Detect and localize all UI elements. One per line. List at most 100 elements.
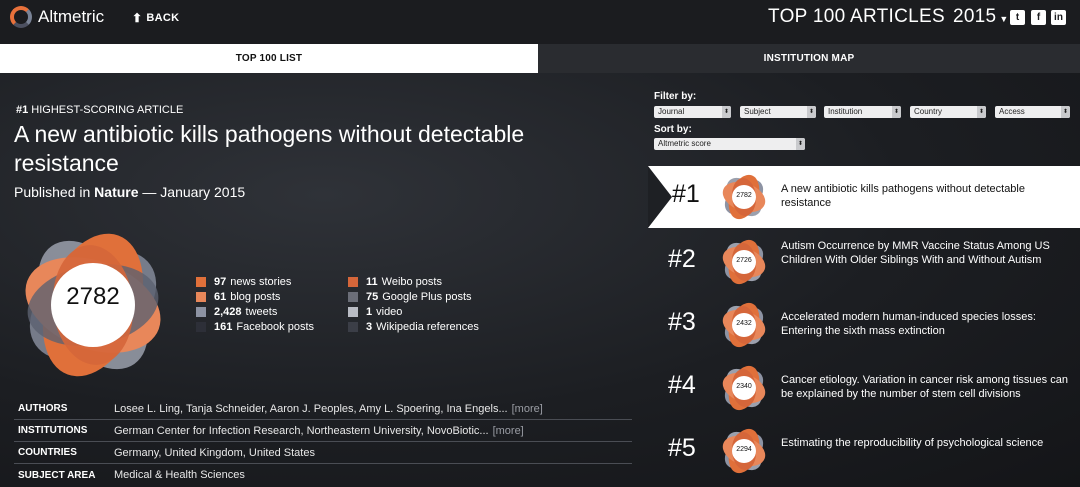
up-arrow-icon: ⬆ <box>132 11 143 25</box>
stat-swatch <box>348 292 358 302</box>
tab-institution-map[interactable]: INSTITUTION MAP <box>538 44 1080 73</box>
list-item-title[interactable]: A new antibiotic kills pathogens without… <box>781 182 1071 210</box>
linkedin-icon[interactable]: in <box>1051 10 1066 25</box>
stat-label: Google Plus posts <box>382 291 472 303</box>
select-arrow-icon: ⬍ <box>722 106 731 118</box>
list-item-title[interactable]: Cancer etiology. Variation in cancer ris… <box>781 373 1071 401</box>
access-select-value: Access <box>999 107 1025 116</box>
list-item-score: 2340 <box>736 383 752 390</box>
list-item-rank: #2 <box>668 245 696 273</box>
list-item-score: 2432 <box>736 320 752 327</box>
stat-swatch <box>196 292 206 302</box>
stat-label: news stories <box>230 276 292 288</box>
stat-label: blog posts <box>230 291 281 303</box>
detail-row-subject-area: SUBJECT AREA Medical & Health Sciences <box>14 464 632 486</box>
detail-key: COUNTRIES <box>18 447 77 458</box>
published-prefix: Published in <box>14 184 95 200</box>
page-title: TOP 100 ARTICLES 2015 ▼ <box>768 6 1009 28</box>
list-item-rank: #1 <box>672 180 700 208</box>
stat-count: 3 <box>366 321 373 333</box>
tab-top-100-list[interactable]: TOP 100 LIST <box>0 44 538 73</box>
altmetric-score: 2782 <box>66 283 120 310</box>
list-item[interactable]: #4 2340 Cancer etiology. Variation in canc… <box>648 357 1080 419</box>
institution-select[interactable]: Institution ⬍ <box>824 106 901 118</box>
stat-count: 75 <box>366 291 379 303</box>
list-item-title[interactable]: Autism Occurrence by MMR Vaccine Status … <box>781 239 1071 267</box>
twitter-icon[interactable]: t <box>1010 10 1025 25</box>
detail-row-countries: COUNTRIES Germany, United Kingdom, Unite… <box>14 442 632 464</box>
filter-by-label: Filter by: <box>654 91 697 102</box>
page-title-main: TOP 100 ARTICLES <box>768 6 945 27</box>
list-item[interactable]: #3 2432 Accelerated modern human-induced s… <box>648 294 1080 356</box>
stat-count: 97 <box>214 276 227 288</box>
list-item[interactable]: #2 2726 Autism Occurrence by MMR Vaccine S… <box>648 231 1080 293</box>
authors-more-link[interactable]: [more] <box>512 403 543 415</box>
subject-area-value: Medical & Health Sciences <box>114 469 245 481</box>
list-item-title[interactable]: Estimating the reproducibility of psycho… <box>781 436 1071 450</box>
journal-select[interactable]: Journal ⬍ <box>654 106 731 118</box>
countries-value: Germany, United Kingdom, United States <box>114 446 315 459</box>
stat-count: 61 <box>214 291 227 303</box>
rank-prefix: #1 <box>16 104 29 116</box>
journal-name: Nature <box>94 184 139 200</box>
altmetric-logo-icon <box>10 6 32 28</box>
stat-google-plus-posts[interactable]: 75 Google Plus posts <box>348 290 472 304</box>
sort-select[interactable]: Altmetric score ⬍ <box>654 138 805 150</box>
subject-select[interactable]: Subject ⬍ <box>740 106 816 118</box>
stat-news-stories[interactable]: 97 news stories <box>196 275 291 289</box>
stat-label: Wikipedia references <box>376 321 479 333</box>
stat-facebook-posts[interactable]: 161 Facebook posts <box>196 320 314 334</box>
stat-blog-posts[interactable]: 61 blog posts <box>196 290 280 304</box>
article-title[interactable]: A new antibiotic kills pathogens without… <box>14 120 634 178</box>
journal-select-value: Journal <box>658 107 685 116</box>
select-arrow-icon: ⬍ <box>892 106 901 118</box>
stat-tweets[interactable]: 2,428 tweets <box>196 305 277 319</box>
stat-label: video <box>376 306 403 318</box>
stat-count: 11 <box>366 276 378 288</box>
stat-label: Facebook posts <box>236 321 315 333</box>
year-value: 2015 <box>952 6 997 27</box>
access-select[interactable]: Access ⬍ <box>995 106 1070 118</box>
year-selector[interactable]: 2015 ▼ <box>953 6 1009 28</box>
rank-suffix: HIGHEST-SCORING ARTICLE <box>28 104 184 116</box>
list-item-rank: #3 <box>668 308 696 336</box>
stat-weibo-posts[interactable]: 11 Weibo posts <box>348 275 442 289</box>
altmetric-logo[interactable]: Altmetric <box>10 6 104 28</box>
sort-select-value: Altmetric score <box>658 139 711 148</box>
stat-count: 2,428 <box>214 306 242 318</box>
country-select[interactable]: Country ⬍ <box>910 106 986 118</box>
list-item-title[interactable]: Accelerated modern human-induced species… <box>781 310 1071 338</box>
back-button[interactable]: ⬆ BACK <box>132 11 179 25</box>
list-item[interactable]: #5 2294 Estimating the reproducibility of … <box>648 420 1080 482</box>
stat-swatch <box>196 307 206 317</box>
stat-count: 161 <box>214 321 233 333</box>
detail-key: AUTHORS <box>18 403 68 414</box>
country-select-value: Country <box>914 107 943 116</box>
list-item[interactable]: #1 2782 A new antibiotic kills pathogens w… <box>648 166 1080 228</box>
institutions-value: German Center for Infection Research, No… <box>114 424 489 437</box>
stat-video[interactable]: 1 video <box>348 305 402 319</box>
stat-label: Weibo posts <box>381 276 442 288</box>
altmetric-score-donut[interactable]: 2782 <box>14 226 172 384</box>
stat-count: 1 <box>366 306 373 318</box>
authors-value: Losee L. Ling, Tanja Schneider, Aaron J.… <box>114 402 508 415</box>
list-item-rank: #5 <box>668 434 696 462</box>
published-date: — January 2015 <box>138 184 246 200</box>
back-label: BACK <box>146 12 180 24</box>
active-item-notch <box>648 166 672 228</box>
subject-select-value: Subject <box>744 107 771 116</box>
institution-select-value: Institution <box>828 107 863 116</box>
article-rank-label: #1 HIGHEST-SCORING ARTICLE <box>16 104 183 116</box>
facebook-icon[interactable]: f <box>1031 10 1046 25</box>
list-item-score: 2726 <box>736 257 752 264</box>
list-item-rank: #4 <box>668 371 696 399</box>
logo-text: Altmetric <box>38 7 105 26</box>
institutions-more-link[interactable]: [more] <box>493 425 524 437</box>
list-item-score: 2782 <box>736 192 752 199</box>
stat-label: tweets <box>245 306 278 318</box>
select-arrow-icon: ⬍ <box>977 106 986 118</box>
caret-down-icon: ▼ <box>999 14 1009 24</box>
detail-row-institutions: INSTITUTIONS German Center for Infection… <box>14 420 632 442</box>
stat-swatch <box>196 277 206 287</box>
stat-wikipedia-references[interactable]: 3 Wikipedia references <box>348 320 479 334</box>
